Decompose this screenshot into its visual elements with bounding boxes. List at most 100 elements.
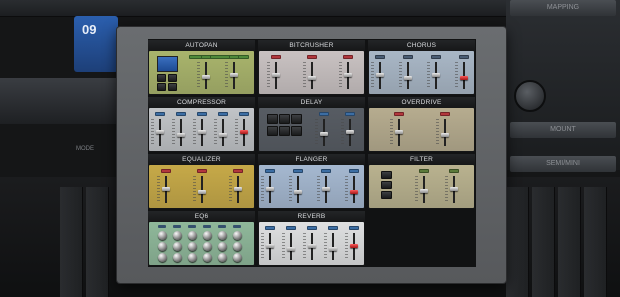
fader-cap[interactable] — [202, 75, 210, 79]
eq-knob[interactable] — [173, 231, 182, 240]
fader-cap[interactable] — [266, 187, 274, 191]
fader-3[interactable] — [218, 108, 228, 151]
eq-knob[interactable] — [233, 231, 242, 240]
delay-time-button-0[interactable] — [267, 114, 278, 124]
fader-0[interactable] — [419, 165, 429, 208]
fader-1[interactable] — [197, 165, 207, 208]
fader-cap[interactable] — [198, 190, 206, 194]
effect-tile-delay[interactable]: DELAY — [258, 97, 365, 152]
fader-0[interactable] — [375, 51, 385, 94]
delay-time-button-4[interactable] — [279, 126, 290, 136]
fader-1[interactable] — [307, 51, 317, 94]
fader-0[interactable] — [265, 165, 275, 208]
fader-cap[interactable] — [162, 187, 170, 191]
fader-1[interactable] — [440, 108, 450, 151]
filter-type-button-0[interactable] — [381, 171, 392, 179]
fader-cap[interactable] — [234, 187, 242, 191]
fader-1[interactable] — [449, 165, 459, 208]
eq-knob[interactable] — [158, 242, 167, 251]
fader-cap[interactable] — [460, 76, 468, 80]
eq-knob[interactable] — [218, 242, 227, 251]
fader-1[interactable] — [293, 165, 303, 208]
filter-type-button-1[interactable] — [381, 181, 392, 189]
effect-tile-bitcrusher[interactable]: BITCRUSHER — [258, 40, 365, 95]
fader-0[interactable] — [265, 222, 275, 265]
effect-tile-equalizer[interactable]: EQUALIZER — [148, 154, 255, 209]
fader-cap[interactable] — [198, 130, 206, 134]
eq-knob[interactable] — [203, 231, 212, 240]
fader-2[interactable] — [197, 108, 207, 151]
xy-pad[interactable] — [157, 56, 178, 72]
fader-cap[interactable] — [294, 190, 302, 194]
fader-1[interactable] — [286, 222, 296, 265]
effect-tile-chorus[interactable]: CHORUS — [368, 40, 475, 95]
eq-knob[interactable] — [188, 253, 197, 262]
eq-knob[interactable] — [218, 231, 227, 240]
fader-cap[interactable] — [432, 73, 440, 77]
fader-cap[interactable] — [450, 187, 458, 191]
fader-cap[interactable] — [230, 73, 238, 77]
eq-knob[interactable] — [233, 242, 242, 251]
delay-time-button-1[interactable] — [279, 114, 290, 124]
eq-knob[interactable] — [173, 242, 182, 251]
fader-2[interactable] — [307, 222, 317, 265]
fader-4[interactable] — [239, 108, 249, 151]
filter-type-button-2[interactable] — [381, 191, 392, 199]
fader-0[interactable] — [155, 108, 165, 151]
fader-cap[interactable] — [308, 244, 316, 248]
fader-0[interactable] — [161, 165, 171, 208]
fader-cap[interactable] — [404, 76, 412, 80]
fader-0[interactable] — [271, 51, 281, 94]
fader-2[interactable] — [233, 165, 243, 208]
eq-knob[interactable] — [218, 253, 227, 262]
fader-0[interactable] — [319, 108, 329, 151]
fader-cap[interactable] — [395, 130, 403, 134]
fader-cap[interactable] — [329, 247, 337, 251]
delay-time-button-3[interactable] — [267, 126, 278, 136]
fader-cap[interactable] — [156, 130, 164, 134]
fader-cap[interactable] — [308, 76, 316, 80]
eq-knob[interactable] — [203, 242, 212, 251]
fader-3[interactable] — [328, 222, 338, 265]
mode-button-c[interactable] — [157, 83, 166, 91]
fader-cap[interactable] — [287, 247, 295, 251]
fader-2[interactable] — [343, 51, 353, 94]
fader-cap[interactable] — [240, 130, 248, 134]
eq-knob[interactable] — [158, 253, 167, 262]
fader-cap[interactable] — [350, 190, 358, 194]
eq-knob[interactable] — [233, 253, 242, 262]
fader-cap[interactable] — [344, 73, 352, 77]
eq-knob[interactable] — [203, 253, 212, 262]
delay-time-button-5[interactable] — [291, 126, 302, 136]
eq-knob[interactable] — [158, 231, 167, 240]
fader-cap[interactable] — [322, 187, 330, 191]
effect-tile-compressor[interactable]: COMPRESSOR — [148, 97, 255, 152]
fader-cap[interactable] — [272, 73, 280, 77]
fader-1[interactable] — [403, 51, 413, 94]
fader-cap[interactable] — [420, 189, 428, 193]
fader-1[interactable] — [345, 108, 355, 151]
eq-knob[interactable] — [188, 242, 197, 251]
fader-1[interactable] — [229, 51, 239, 94]
mode-button-d[interactable] — [168, 83, 177, 91]
fader-2[interactable] — [431, 51, 441, 94]
fader-0[interactable] — [201, 51, 211, 94]
effect-tile-eq6[interactable]: EQ6 — [148, 211, 255, 266]
fader-cap[interactable] — [346, 130, 354, 134]
eq-knob[interactable] — [188, 231, 197, 240]
effect-tile-autopan[interactable]: AUTOPAN — [148, 40, 255, 95]
fader-0[interactable] — [394, 108, 404, 151]
fader-cap[interactable] — [266, 244, 274, 248]
fader-3[interactable] — [349, 165, 359, 208]
effect-tile-overdrive[interactable]: OVERDRIVE — [368, 97, 475, 152]
mode-button-b[interactable] — [168, 74, 177, 82]
fader-cap[interactable] — [441, 133, 449, 137]
delay-time-button-2[interactable] — [291, 114, 302, 124]
fader-cap[interactable] — [177, 133, 185, 137]
effect-tile-filter[interactable]: FILTER — [368, 154, 475, 209]
fader-cap[interactable] — [320, 132, 328, 136]
fader-4[interactable] — [349, 222, 359, 265]
fader-cap[interactable] — [376, 73, 384, 77]
eq-knob[interactable] — [173, 253, 182, 262]
effect-tile-reverb[interactable]: REVERB — [258, 211, 365, 266]
